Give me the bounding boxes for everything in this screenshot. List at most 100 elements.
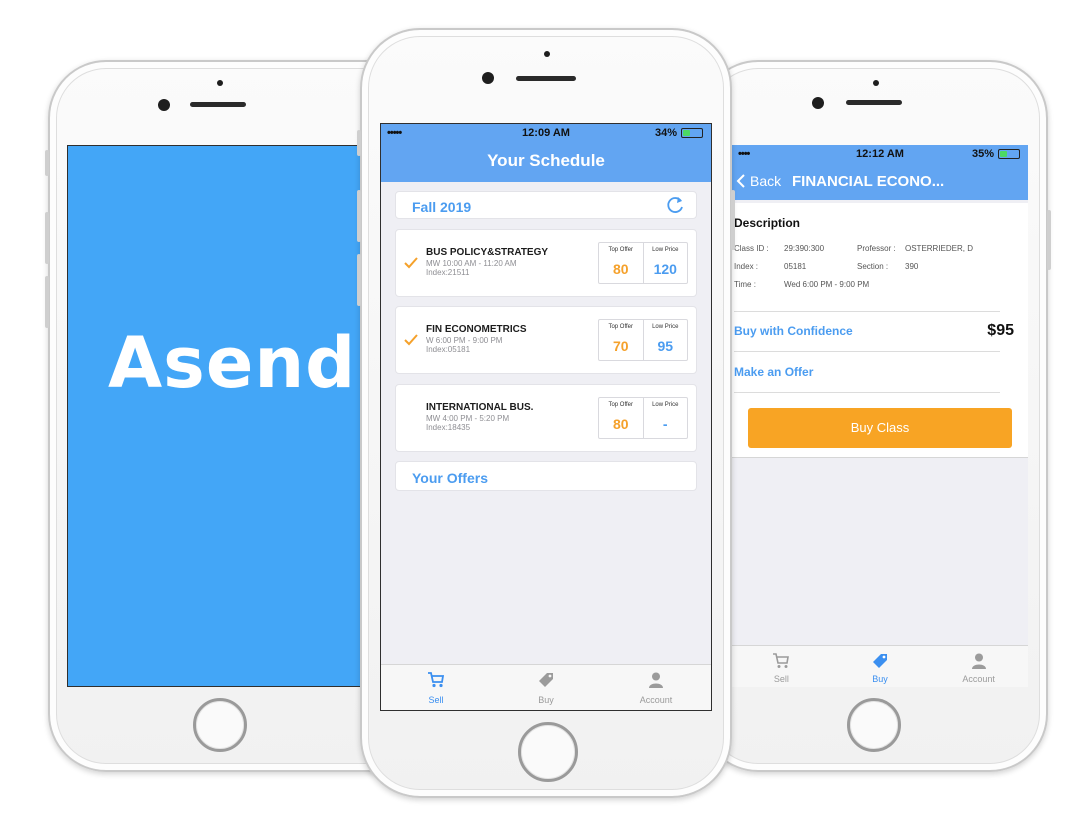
person-icon (648, 672, 663, 688)
proximity-sensor (544, 51, 550, 57)
volume-up-button (45, 212, 49, 264)
low-price-label: Low Price (652, 402, 679, 408)
divider (734, 351, 1000, 352)
status-bar: •••• 12:12 AM 35% (732, 145, 1028, 163)
description-heading: Description (734, 216, 801, 230)
buy-class-button[interactable]: Buy Class (748, 408, 1012, 448)
tab-label: Sell (428, 695, 444, 705)
divider (734, 311, 1000, 312)
your-offers-label: Your Offers (412, 470, 488, 486)
buy-with-confidence-link[interactable]: Buy with Confidence (734, 324, 853, 338)
section-value: 390 (905, 262, 919, 271)
earpiece-speaker (846, 100, 902, 105)
mute-switch (357, 130, 361, 156)
tab-label: Account (962, 674, 995, 684)
top-offer-value: 80 (612, 416, 629, 432)
time-value: Wed 6:00 PM - 9:00 PM (784, 280, 870, 289)
tag-icon (538, 673, 553, 687)
tab-label: Buy (872, 674, 888, 684)
top-offer-label: Top Offer (608, 402, 634, 408)
home-button[interactable] (193, 698, 247, 752)
volume-down-button (45, 276, 49, 328)
battery-icon (681, 128, 703, 138)
confidence-price: $95 (987, 322, 1014, 339)
tab-buy[interactable]: Buy (831, 646, 930, 687)
term-selector[interactable]: Fall 2019 (395, 191, 697, 219)
make-offer-link[interactable]: Make an Offer (734, 365, 813, 379)
refresh-icon[interactable] (666, 195, 686, 215)
class-id-label: Class ID : (734, 244, 769, 253)
course-name: FIN ECONOMETRICS (426, 324, 527, 335)
class-detail-screen: •••• 12:12 AM 35% Back FINANCIAL ECONO..… (732, 145, 1028, 687)
low-price-value: - (662, 416, 668, 432)
battery-icon (998, 149, 1020, 159)
proximity-sensor (873, 80, 879, 86)
back-button[interactable]: Back (736, 173, 781, 189)
tab-sell[interactable]: Sell (381, 665, 491, 710)
course-card[interactable]: INTERNATIONAL BUS. MW 4:00 PM - 5:20 PM … (395, 384, 697, 452)
mute-switch (45, 150, 49, 176)
front-camera (812, 97, 824, 109)
divider (734, 392, 1000, 393)
index-value: 05181 (784, 262, 807, 271)
course-name: BUS POLICY&STRATEGY (426, 247, 549, 258)
tab-account[interactable]: Account (929, 646, 1028, 687)
course-schedule: W 6:00 PM - 9:00 PM (426, 336, 503, 345)
cart-icon (773, 653, 790, 668)
tab-buy[interactable]: Buy (491, 665, 601, 710)
class-id-value: 29:390:300 (784, 244, 825, 253)
home-button[interactable] (518, 722, 578, 782)
tab-bar: Sell Buy Account (381, 664, 711, 710)
top-offer-value: 70 (612, 338, 629, 354)
tab-label: Account (639, 695, 673, 705)
phone-right: •••• 12:12 AM 35% Back FINANCIAL ECONO..… (700, 60, 1051, 772)
low-price-label: Low Price (652, 324, 679, 330)
check-icon (404, 334, 418, 346)
tab-account[interactable]: Account (601, 665, 711, 710)
front-camera (158, 99, 170, 111)
time-label: Time : (734, 280, 756, 289)
person-icon (971, 653, 986, 669)
course-card[interactable]: BUS POLICY&STRATEGY MW 10:00 AM - 11:20 … (395, 229, 697, 297)
status-bar: ••••• 12:09 AM 34% (381, 124, 711, 142)
schedule-screen: ••••• 12:09 AM 34% Your Schedule Fall 20… (380, 123, 712, 711)
course-index: Index:21511 (426, 268, 470, 277)
top-offer-label: Top Offer (608, 247, 634, 253)
professor-value: OSTERRIEDER, D (905, 244, 974, 253)
course-index: Index:18435 (426, 423, 471, 432)
phone-center: ••••• 12:09 AM 34% Your Schedule Fall 20… (357, 28, 735, 798)
tab-bar: Sell Buy Account (732, 645, 1028, 687)
proximity-sensor (217, 80, 223, 86)
detail-navbar: •••• 12:12 AM 35% Back FINANCIAL ECONO..… (732, 145, 1028, 200)
cart-icon (427, 672, 445, 688)
top-offer-label: Top Offer (608, 324, 634, 330)
professor-label: Professor : (857, 244, 896, 253)
course-schedule: MW 10:00 AM - 11:20 AM (426, 259, 517, 268)
back-label: Back (750, 173, 782, 189)
home-button[interactable] (847, 698, 901, 752)
low-price-value: 120 (653, 261, 677, 277)
top-offer-value: 80 (612, 261, 629, 277)
tab-label: Sell (773, 674, 789, 684)
check-icon (404, 257, 418, 269)
price-box: Top Offer 70 Low Price 95 (598, 319, 688, 361)
course-name: INTERNATIONAL BUS. (426, 402, 534, 413)
low-price-value: 95 (657, 338, 674, 354)
earpiece-speaker (190, 102, 246, 107)
app-logo: Asend (108, 322, 357, 404)
page-title: Your Schedule (487, 151, 605, 170)
chevron-left-icon (736, 174, 745, 188)
tab-label: Buy (538, 695, 554, 705)
power-button (1047, 210, 1051, 270)
term-label: Fall 2019 (412, 199, 472, 215)
course-card[interactable]: FIN ECONOMETRICS W 6:00 PM - 9:00 PM Ind… (395, 306, 697, 374)
tab-sell[interactable]: Sell (732, 646, 831, 687)
your-offers-row[interactable]: Your Offers (395, 461, 697, 491)
power-button (731, 190, 735, 250)
front-camera (482, 72, 494, 84)
index-label: Index : (734, 262, 759, 271)
earpiece-speaker (516, 76, 576, 81)
low-price-label: Low Price (652, 247, 679, 253)
price-box: Top Offer 80 Low Price - (598, 397, 688, 439)
volume-up-button (357, 190, 361, 242)
